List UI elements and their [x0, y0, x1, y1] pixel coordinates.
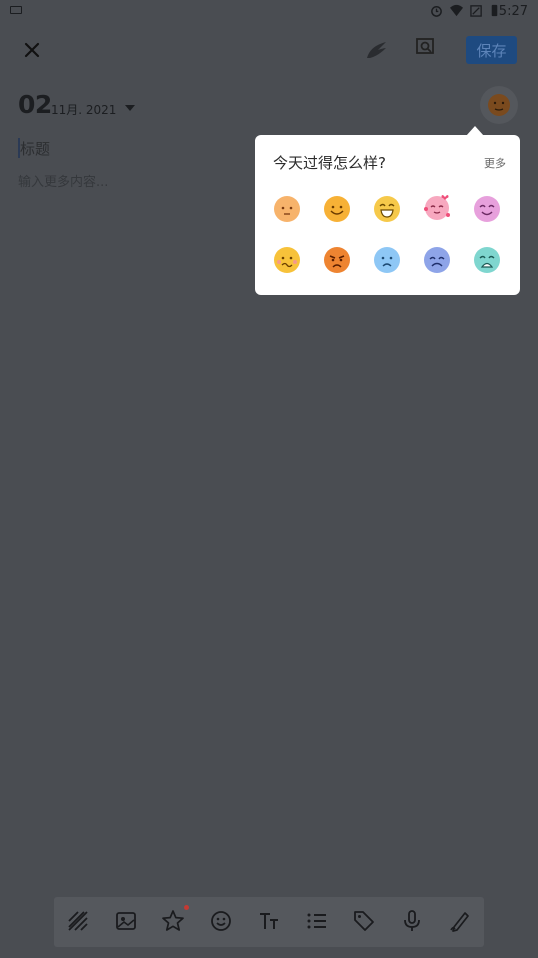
text-format-icon[interactable] [257, 909, 281, 933]
mood-angry-icon[interactable] [323, 246, 351, 274]
body-input[interactable]: 输入更多内容... [18, 171, 108, 190]
date-day[interactable]: 02 [18, 90, 52, 119]
preview-icon[interactable] [414, 36, 438, 60]
wifi-icon [450, 4, 463, 17]
status-time: 5:27 [498, 4, 528, 19]
mood-happy-icon[interactable] [323, 195, 351, 223]
handwriting-icon[interactable] [448, 909, 472, 933]
alarm-icon [431, 6, 442, 17]
close-icon[interactable] [22, 40, 42, 60]
title-input[interactable]: 标题 [20, 138, 50, 159]
chevron-down-icon[interactable] [125, 105, 135, 111]
new-badge [184, 905, 189, 910]
mood-crying-icon[interactable] [473, 246, 501, 274]
mood-popup-title: 今天过得怎么样? [273, 154, 386, 172]
microphone-icon[interactable] [400, 909, 424, 933]
mood-in-love-icon[interactable] [423, 193, 451, 221]
list-icon[interactable] [305, 909, 329, 933]
texture-icon[interactable] [66, 909, 90, 933]
emoji-icon[interactable] [209, 909, 233, 933]
save-button[interactable]: 保存 [466, 36, 517, 64]
sticker-icon[interactable] [161, 909, 185, 933]
date-month-year[interactable]: 11月. 2021 [51, 101, 116, 118]
keyboard-icon [10, 6, 22, 14]
mood-button[interactable] [480, 86, 518, 124]
mood-sad-icon[interactable] [373, 246, 401, 274]
mood-content-icon[interactable] [473, 195, 501, 223]
ink-effect-icon[interactable] [364, 38, 390, 62]
mood-upset-icon[interactable] [423, 246, 451, 274]
image-icon[interactable] [114, 909, 138, 933]
mood-worried-icon[interactable] [273, 246, 301, 274]
mood-more-link[interactable]: 更多 [484, 155, 506, 171]
mood-grin-icon[interactable] [373, 195, 401, 223]
status-bar: 5:27 [0, 0, 538, 24]
mood-face-icon [488, 94, 510, 116]
signal-icon [470, 5, 482, 17]
tag-icon[interactable] [352, 909, 376, 933]
mood-calm-icon[interactable] [273, 195, 301, 223]
